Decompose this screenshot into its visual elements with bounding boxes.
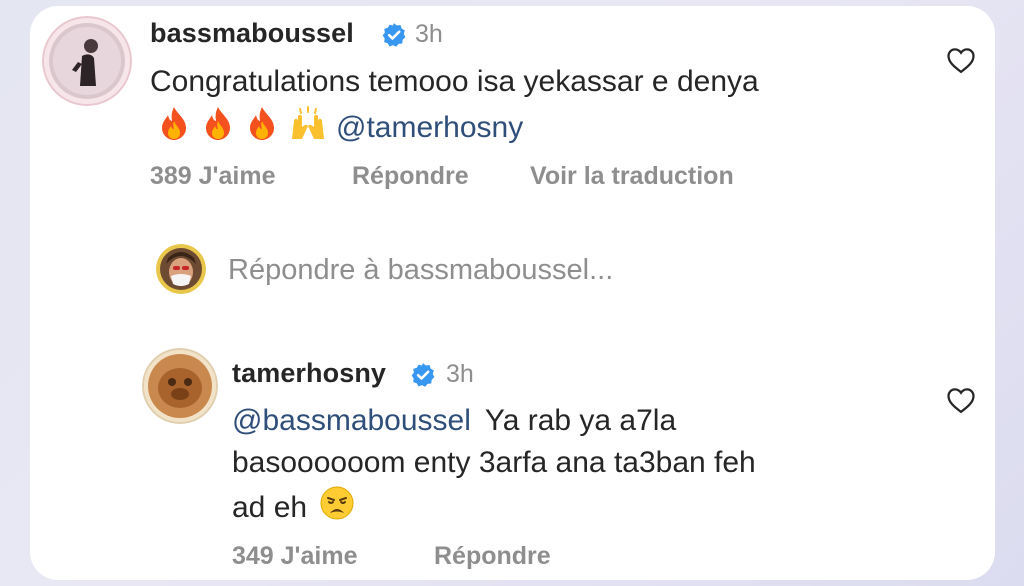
comment1-reply-button[interactable]: Répondre (352, 162, 469, 191)
comment2-text-part: ad eh (232, 491, 308, 524)
comment2-username[interactable]: tamerhosny (232, 358, 386, 389)
verified-badge-icon (382, 23, 406, 47)
comment2-text-part: Ya rab ya a7la (484, 404, 677, 437)
comment2-text-line1: @bassmaboussel Ya rab ya a7la (232, 401, 676, 441)
weary-face-emoji-icon (319, 485, 355, 532)
comment2-likes[interactable]: 349 J'aime (232, 542, 358, 571)
verified-badge-icon (411, 363, 435, 387)
comments-card: bassmaboussel 3h Congratulations temooo … (30, 6, 995, 580)
avatar-tamerhosny[interactable] (142, 348, 218, 424)
comment2-time: 3h (446, 360, 474, 388)
comment1-translate-button[interactable]: Voir la traduction (530, 162, 734, 191)
heart-icon[interactable] (946, 46, 976, 74)
reply-input[interactable]: Répondre à bassmaboussel... (228, 254, 613, 287)
comment1-time: 3h (415, 20, 443, 48)
avatar-bassmaboussel[interactable] (42, 16, 132, 106)
comment2-mention[interactable]: @bassmaboussel (232, 404, 471, 437)
current-user-avatar (156, 244, 206, 294)
comment1-username[interactable]: bassmaboussel (150, 18, 354, 49)
fire-emoji-icon (156, 105, 192, 152)
comment1-text-line2: @tamerhosny (156, 105, 523, 152)
raising-hands-emoji-icon (288, 105, 328, 152)
comment1-text: Congratulations temooo isa yekassar e de… (150, 65, 759, 98)
comment2-text-line2: basoooooom enty 3arfa ana ta3ban feh (232, 446, 756, 479)
comment2-text-line3: ad eh (232, 485, 363, 532)
comment1-mention[interactable]: @tamerhosny (336, 111, 523, 144)
fire-emoji-icon (244, 105, 280, 152)
comment1-likes[interactable]: 389 J'aime (150, 162, 276, 191)
comment2-reply-button[interactable]: Répondre (434, 542, 551, 571)
fire-emoji-icon (200, 105, 236, 152)
heart-icon[interactable] (946, 386, 976, 414)
